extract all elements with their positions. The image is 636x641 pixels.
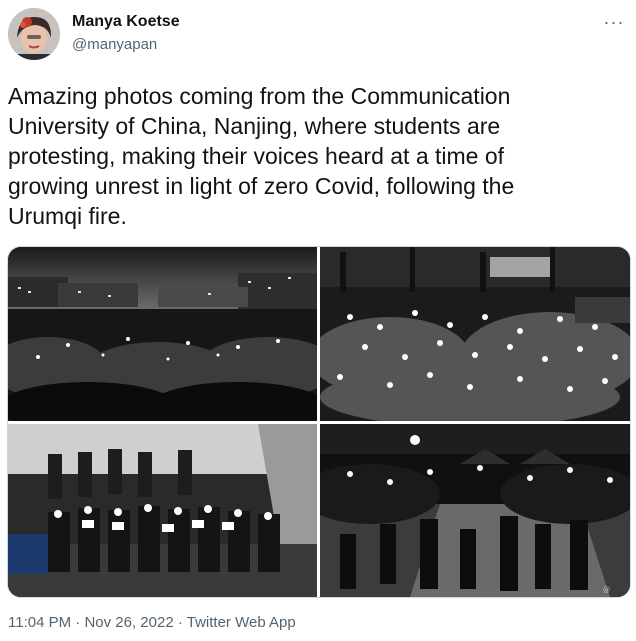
author-display-name[interactable]: Manya Koetse: [72, 12, 180, 32]
avatar[interactable]: [8, 8, 60, 60]
tweet-card: Manya Koetse @manyapan ··· Amazing photo…: [0, 0, 636, 641]
svg-text:@: @: [603, 586, 610, 594]
tweet-date[interactable]: Nov 26, 2022: [84, 614, 173, 631]
media-grid: @: [7, 246, 631, 598]
author-block: Manya Koetse @manyapan: [72, 12, 180, 55]
tweet-time[interactable]: 11:04 PM: [8, 614, 71, 631]
more-options-icon[interactable]: ···: [602, 10, 626, 34]
photo-1[interactable]: [8, 247, 317, 421]
author-handle[interactable]: @manyapan: [72, 35, 180, 55]
meta-separator: ·: [177, 614, 183, 631]
tweet-source[interactable]: Twitter Web App: [187, 614, 296, 631]
photo-4[interactable]: @: [320, 424, 630, 597]
photo-3[interactable]: [8, 424, 317, 597]
photo-2[interactable]: [320, 247, 630, 421]
meta-separator: ·: [75, 614, 81, 631]
tweet-text: Amazing photos coming from the Communica…: [8, 83, 515, 229]
tweet-meta: 11:04 PM · Nov 26, 2022 · Twitter Web Ap…: [8, 613, 296, 633]
